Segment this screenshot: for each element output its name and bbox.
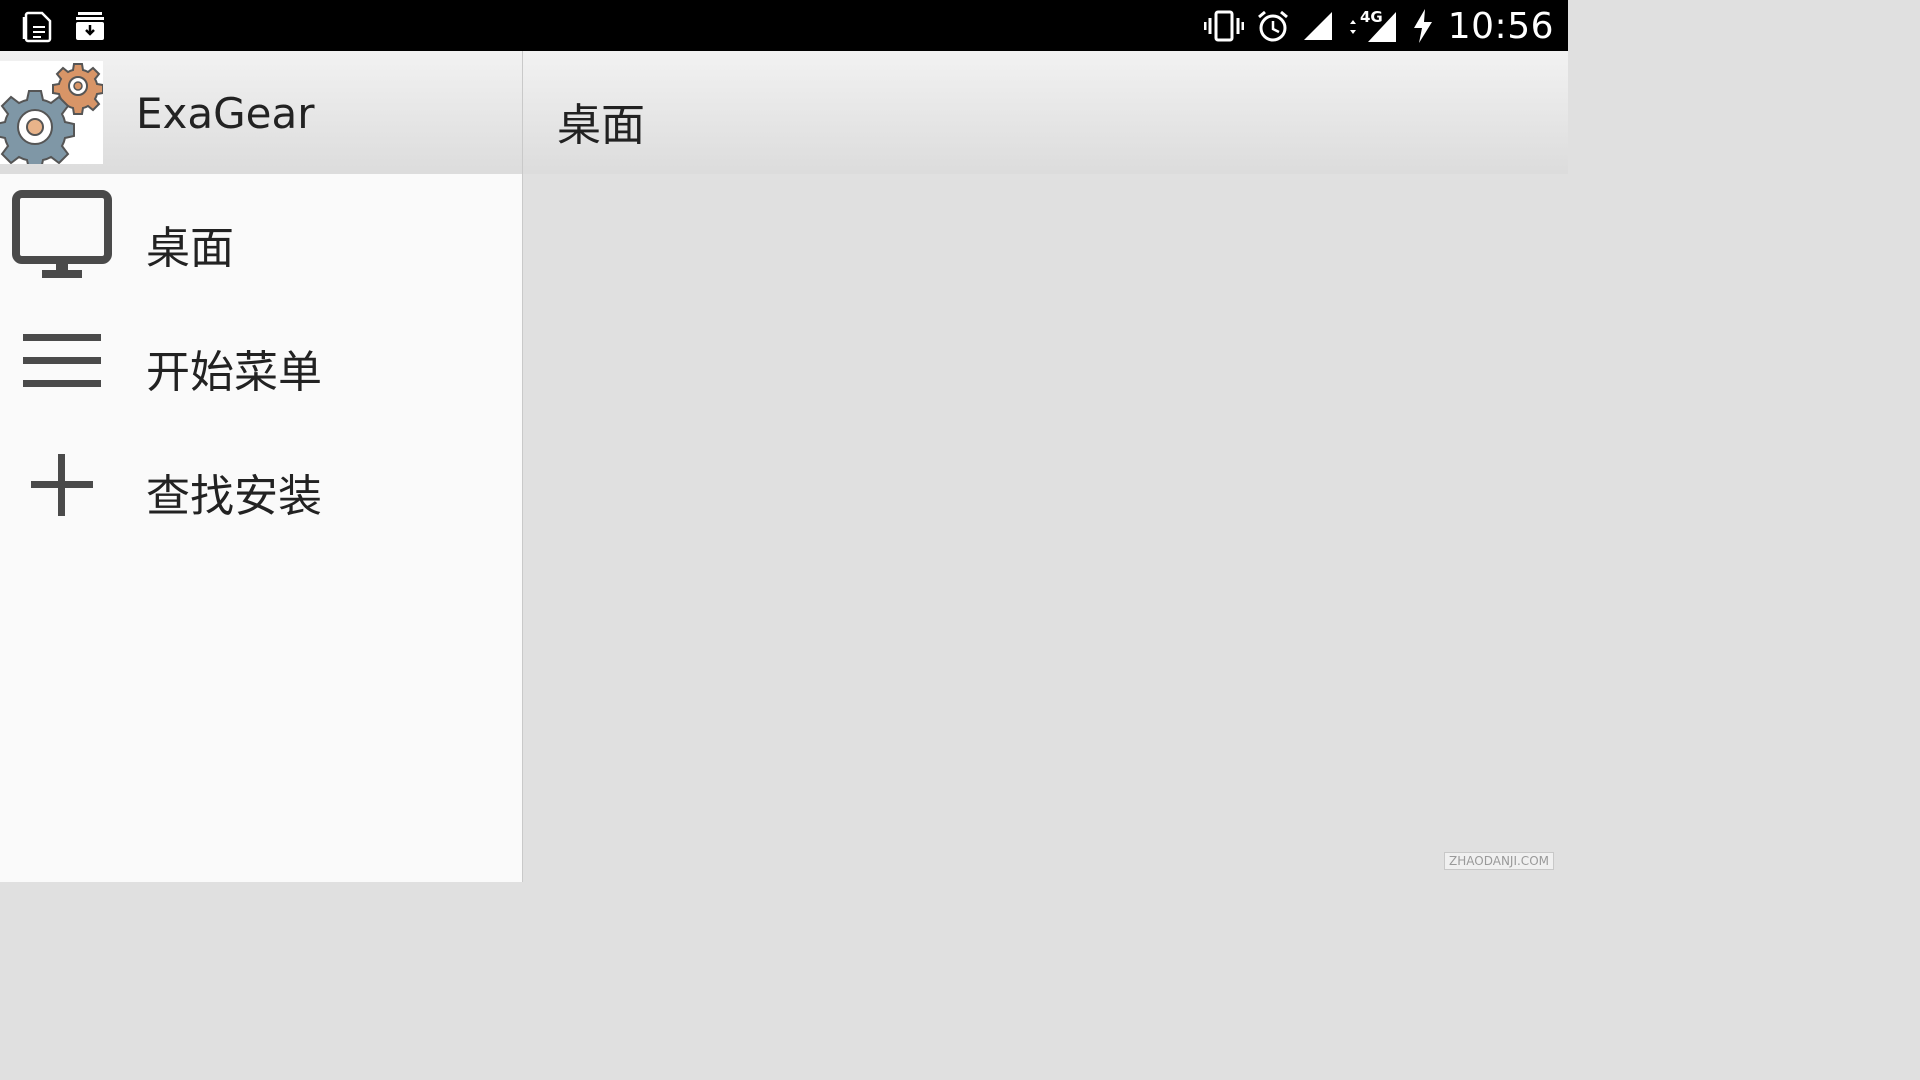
download-stack-icon [76, 12, 104, 40]
vibrate-icon [1203, 10, 1244, 42]
signal-icon [1303, 12, 1332, 40]
monitor-icon [12, 190, 112, 278]
navigation-drawer: ExaGear 桌面 开始菜单 查找安装 [0, 51, 522, 882]
status-right-icons: 4G 10:56 [1203, 5, 1554, 47]
watermark: ZHAODANJI.COM [1444, 852, 1554, 870]
status-time: 10:56 [1447, 5, 1554, 47]
menu-lines-icon [23, 334, 101, 387]
drawer-item-desktop[interactable]: 桌面 [0, 174, 522, 298]
drawer-item-label: 开始菜单 [146, 347, 322, 398]
drawer-menu: 桌面 开始菜单 查找安装 [0, 174, 522, 546]
document-icon [22, 11, 52, 43]
status-left-icons [22, 8, 106, 44]
page-title: 桌面 [557, 100, 645, 151]
signal-4g-icon: 4G [1349, 8, 1396, 42]
app-logo [0, 61, 104, 170]
content-area[interactable]: ZHAODANJI.COM [523, 174, 1568, 882]
status-bar: 4G 10:56 [0, 0, 1568, 51]
network-type-label: 4G [1360, 8, 1383, 26]
app-name: ExaGear [136, 89, 315, 138]
plus-icon [31, 454, 93, 516]
gears-icon [0, 63, 104, 170]
drawer-item-label: 桌面 [146, 223, 234, 274]
drawer-item-label: 查找安装 [146, 471, 322, 522]
charging-icon [1413, 9, 1432, 43]
drawer-item-find-install[interactable]: 查找安装 [0, 422, 522, 546]
alarm-icon [1257, 10, 1288, 42]
drawer-item-start-menu[interactable]: 开始菜单 [0, 298, 522, 422]
content-header: 桌面 [523, 51, 1568, 174]
drawer-header: ExaGear [0, 51, 522, 174]
